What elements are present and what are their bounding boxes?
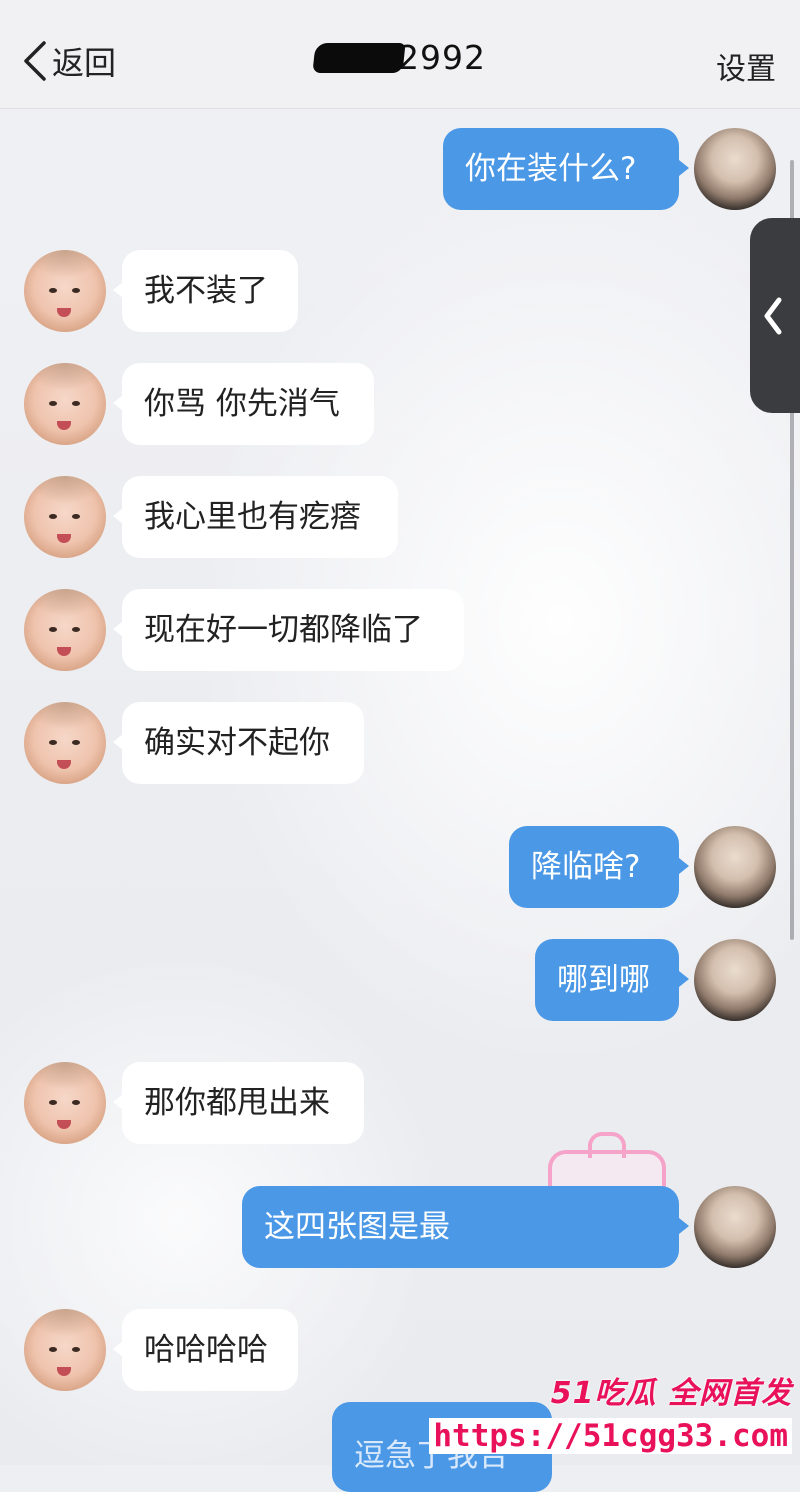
message-bubble-incoming[interactable]: 确实对不起你 — [122, 702, 364, 784]
avatar-eye — [49, 740, 57, 745]
bubble-tail — [679, 160, 689, 176]
message-bubble-outgoing[interactable]: 这四张图是最 — [242, 1186, 679, 1268]
avatar-eye — [49, 1347, 57, 1352]
avatar-eye — [49, 288, 57, 293]
avatar-self[interactable] — [694, 1186, 776, 1268]
message-text: 我心里也有疙瘩 — [144, 499, 361, 535]
avatar-contact[interactable] — [24, 250, 106, 332]
avatar-eye — [49, 514, 57, 519]
avatar-mouth — [57, 1120, 71, 1129]
avatar-eye — [72, 1347, 80, 1352]
watermark-brand: 51吃瓜 全网首发 — [550, 1376, 792, 1411]
bubble-tail — [679, 971, 689, 987]
message-text: 你在装什么? — [465, 151, 637, 187]
avatar-eye — [72, 288, 80, 293]
message-bubble-outgoing[interactable]: 哪到哪 — [535, 939, 679, 1021]
chevron-left-icon — [764, 297, 782, 335]
message-text: 这四张图是最 — [264, 1209, 450, 1245]
avatar-self[interactable] — [694, 939, 776, 1021]
message-bubble-incoming[interactable]: 哈哈哈哈 — [122, 1309, 298, 1391]
avatar-eye — [72, 514, 80, 519]
message-text: 确实对不起你 — [144, 725, 330, 761]
message-bubble-incoming[interactable]: 现在好一切都降临了 — [122, 589, 464, 671]
redaction-mark — [312, 43, 406, 73]
avatar-contact[interactable] — [24, 589, 106, 671]
avatar-contact[interactable] — [24, 702, 106, 784]
avatar-mouth — [57, 534, 71, 543]
avatar-self[interactable] — [694, 128, 776, 210]
bubble-tail — [679, 858, 689, 874]
message-bubble-outgoing[interactable]: 你在装什么? — [443, 128, 679, 210]
message-bubble-incoming[interactable]: 我心里也有疙瘩 — [122, 476, 398, 558]
message-bubble-incoming[interactable]: 那你都甩出来 — [122, 1062, 364, 1144]
watermark-url: https://51cgg33.com — [429, 1418, 792, 1454]
side-panel-tab[interactable] — [750, 218, 800, 413]
message-text: 那你都甩出来 — [144, 1085, 330, 1121]
avatar-self[interactable] — [694, 826, 776, 908]
chat-title-visible: 2992 — [398, 38, 486, 77]
avatar-mouth — [57, 1367, 71, 1376]
chat-title: 2992 — [0, 38, 800, 77]
avatar-eye — [72, 401, 80, 406]
avatar-eye — [49, 401, 57, 406]
watermark: 51吃瓜 全网首发 https://51cgg33.com — [429, 1368, 792, 1454]
message-bubble-incoming[interactable]: 你骂 你先消气 — [122, 363, 374, 445]
settings-button[interactable]: 设置 — [716, 44, 776, 88]
avatar-eye — [72, 627, 80, 632]
message-text: 我不装了 — [144, 273, 268, 309]
avatar-eye — [49, 627, 57, 632]
avatar-contact[interactable] — [24, 1062, 106, 1144]
avatar-mouth — [57, 760, 71, 769]
message-text: 你骂 你先消气 — [144, 386, 340, 422]
avatar-contact[interactable] — [24, 363, 106, 445]
avatar-contact[interactable] — [24, 1309, 106, 1391]
bubble-tail — [679, 1218, 689, 1234]
avatar-eye — [72, 740, 80, 745]
message-bubble-incoming[interactable]: 我不装了 — [122, 250, 298, 332]
message-text: 现在好一切都降临了 — [144, 612, 423, 648]
avatar-mouth — [57, 308, 71, 317]
message-bubble-outgoing[interactable]: 降临啥? — [509, 826, 679, 908]
message-text: 降临啥? — [531, 849, 641, 885]
avatar-mouth — [57, 421, 71, 430]
avatar-mouth — [57, 647, 71, 656]
avatar-eye — [72, 1100, 80, 1105]
avatar-contact[interactable] — [24, 476, 106, 558]
nav-header: 返回 2992 设置 — [0, 0, 800, 109]
message-text: 哈哈哈哈 — [144, 1332, 268, 1368]
avatar-eye — [49, 1100, 57, 1105]
message-text: 哪到哪 — [557, 962, 650, 998]
